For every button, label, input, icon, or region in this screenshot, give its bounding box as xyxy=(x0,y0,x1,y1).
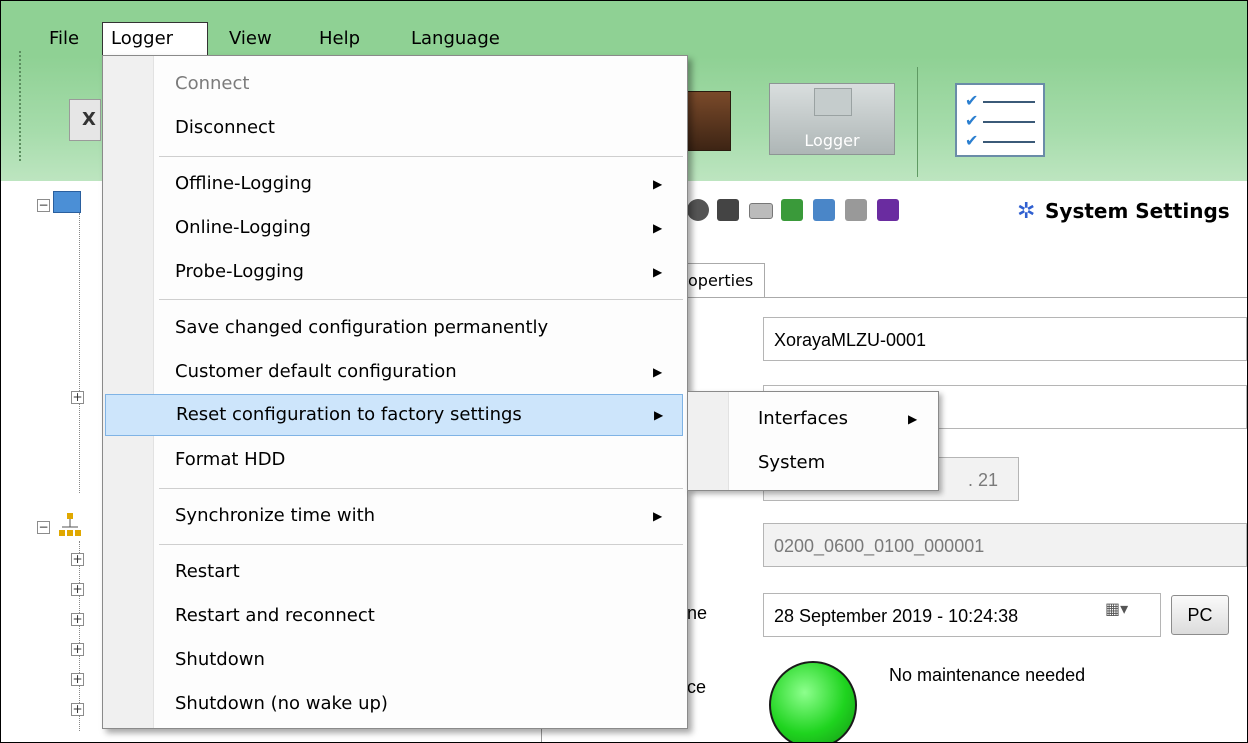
network-computers-icon[interactable] xyxy=(813,199,835,221)
user-icon[interactable] xyxy=(781,199,803,221)
submenu-arrow-icon: ▶ xyxy=(653,177,663,191)
application-window: File Logger View Help Language X Logger … xyxy=(0,0,1248,743)
tree-expand-icon[interactable]: + xyxy=(71,703,84,716)
submenu-arrow-icon: ▶ xyxy=(908,412,918,426)
computer-icon xyxy=(53,191,81,213)
menu-item-label: Offline-Logging xyxy=(175,173,312,194)
calendar-dropdown-icon[interactable]: ▦▾ xyxy=(1105,599,1153,629)
submenu-item-label: Interfaces xyxy=(758,408,848,429)
checklist-icon[interactable]: ✔ ✔ ✔ xyxy=(955,83,1045,157)
submenu-item-label: System xyxy=(758,452,826,473)
network-icon xyxy=(59,513,81,539)
ribbon-logger-label: Logger xyxy=(804,131,860,150)
menu-item-label: Save changed configuration permanently xyxy=(175,317,549,338)
menu-bar: File Logger View Help Language xyxy=(1,1,1247,57)
card-icon[interactable] xyxy=(749,203,773,219)
menu-item-label: Restart xyxy=(175,561,240,582)
antenna-icon[interactable] xyxy=(845,199,867,221)
menu-item-label: Shutdown (no wake up) xyxy=(175,693,388,714)
menu-item-restart[interactable]: Restart xyxy=(105,552,683,592)
system-settings-label[interactable]: System Settings xyxy=(1045,199,1230,223)
menu-separator xyxy=(159,299,683,300)
reset-factory-submenu: Interfaces ▶ System xyxy=(687,391,939,491)
logger-menu: Connect Disconnect Offline-Logging ▶ Onli… xyxy=(102,55,688,729)
menu-item-label: Probe-Logging xyxy=(175,261,304,282)
tree-expand-icon[interactable]: + xyxy=(71,673,84,686)
tree-expand-icon[interactable]: + xyxy=(71,613,84,626)
gear-icon[interactable]: ✲ xyxy=(1017,201,1039,223)
datetime-picker[interactable]: 28 September 2019 - 10:24:38 xyxy=(763,593,1161,637)
menu-item-label: Restart and reconnect xyxy=(175,605,375,626)
menu-logger[interactable]: Logger xyxy=(102,22,208,57)
time-label: ne xyxy=(687,603,708,623)
tree-collapse-icon[interactable]: − xyxy=(37,521,50,534)
menu-item-label: Disconnect xyxy=(175,117,275,138)
menu-item-label: Synchronize time with xyxy=(175,505,376,526)
submenu-arrow-icon: ▶ xyxy=(653,509,663,523)
submenu-arrow-icon: ▶ xyxy=(654,408,664,422)
ribbon-logger-button[interactable]: Logger xyxy=(769,83,895,155)
menu-item-synchronize-time[interactable]: Synchronize time with ▶ xyxy=(105,496,683,536)
menu-item-customer-default[interactable]: Customer default configuration ▶ xyxy=(105,352,683,392)
menu-item-shutdown[interactable]: Shutdown xyxy=(105,640,683,680)
ribbon-separator xyxy=(917,67,918,177)
sync-pc-button[interactable]: PC xyxy=(1171,595,1229,635)
submenu-arrow-icon: ▶ xyxy=(653,265,663,279)
device-name-field[interactable]: XorayaMLZU-0001 xyxy=(763,317,1247,361)
ribbon-grip[interactable] xyxy=(19,51,25,161)
tab-properties[interactable]: operties xyxy=(687,263,765,298)
menu-item-reset-factory[interactable]: Reset configuration to factory settings ▶ xyxy=(105,394,683,436)
camera-icon[interactable] xyxy=(717,199,739,221)
menu-item-label: Connect xyxy=(175,73,250,94)
submenu-item-system[interactable]: System xyxy=(690,444,934,482)
submenu-arrow-icon: ▶ xyxy=(653,365,663,379)
maintenance-status-text: No maintenance needed xyxy=(889,665,1086,685)
submenu-arrow-icon: ▶ xyxy=(653,221,663,235)
menu-view[interactable]: View xyxy=(221,23,280,55)
menu-item-label: Customer default configuration xyxy=(175,361,457,382)
menu-item-label: Format HDD xyxy=(175,449,286,470)
menu-item-probe-logging[interactable]: Probe-Logging ▶ xyxy=(105,252,683,292)
menu-item-label: Shutdown xyxy=(175,649,265,670)
menu-item-connect[interactable]: Connect xyxy=(105,64,683,104)
menu-item-label: Reset configuration to factory settings xyxy=(176,404,522,425)
menu-separator xyxy=(159,156,683,157)
save-icon[interactable] xyxy=(877,199,899,221)
menu-file[interactable]: File xyxy=(41,23,87,55)
tree-collapse-icon[interactable]: − xyxy=(37,199,50,212)
menu-item-restart-reconnect[interactable]: Restart and reconnect xyxy=(105,596,683,636)
menu-item-label: Online-Logging xyxy=(175,217,311,238)
menu-item-shutdown-no-wake[interactable]: Shutdown (no wake up) xyxy=(105,684,683,724)
menu-item-format-hdd[interactable]: Format HDD xyxy=(105,440,683,480)
maintenance-label: ce xyxy=(687,677,707,697)
ribbon-partial-button[interactable]: X xyxy=(69,99,101,141)
menu-item-offline-logging[interactable]: Offline-Logging ▶ xyxy=(105,164,683,204)
menu-language[interactable]: Language xyxy=(403,23,508,55)
menu-separator xyxy=(159,544,683,545)
serial-number-field: 0200_0600_0100_000001 xyxy=(763,523,1247,567)
tree-expand-icon[interactable]: + xyxy=(71,391,84,404)
menu-separator xyxy=(159,488,683,489)
menu-item-disconnect[interactable]: Disconnect xyxy=(105,108,683,148)
menu-item-save-configuration[interactable]: Save changed configuration permanently xyxy=(105,308,683,348)
tree-expand-icon[interactable]: + xyxy=(71,553,84,566)
tree-expand-icon[interactable]: + xyxy=(71,643,84,656)
menu-item-online-logging[interactable]: Online-Logging ▶ xyxy=(105,208,683,248)
floppy-icon xyxy=(814,88,852,116)
menu-help[interactable]: Help xyxy=(311,23,368,55)
tree-expand-icon[interactable]: + xyxy=(71,583,84,596)
download-icon[interactable] xyxy=(687,199,709,221)
maintenance-status-led xyxy=(769,661,857,742)
submenu-item-interfaces[interactable]: Interfaces ▶ xyxy=(690,400,934,438)
